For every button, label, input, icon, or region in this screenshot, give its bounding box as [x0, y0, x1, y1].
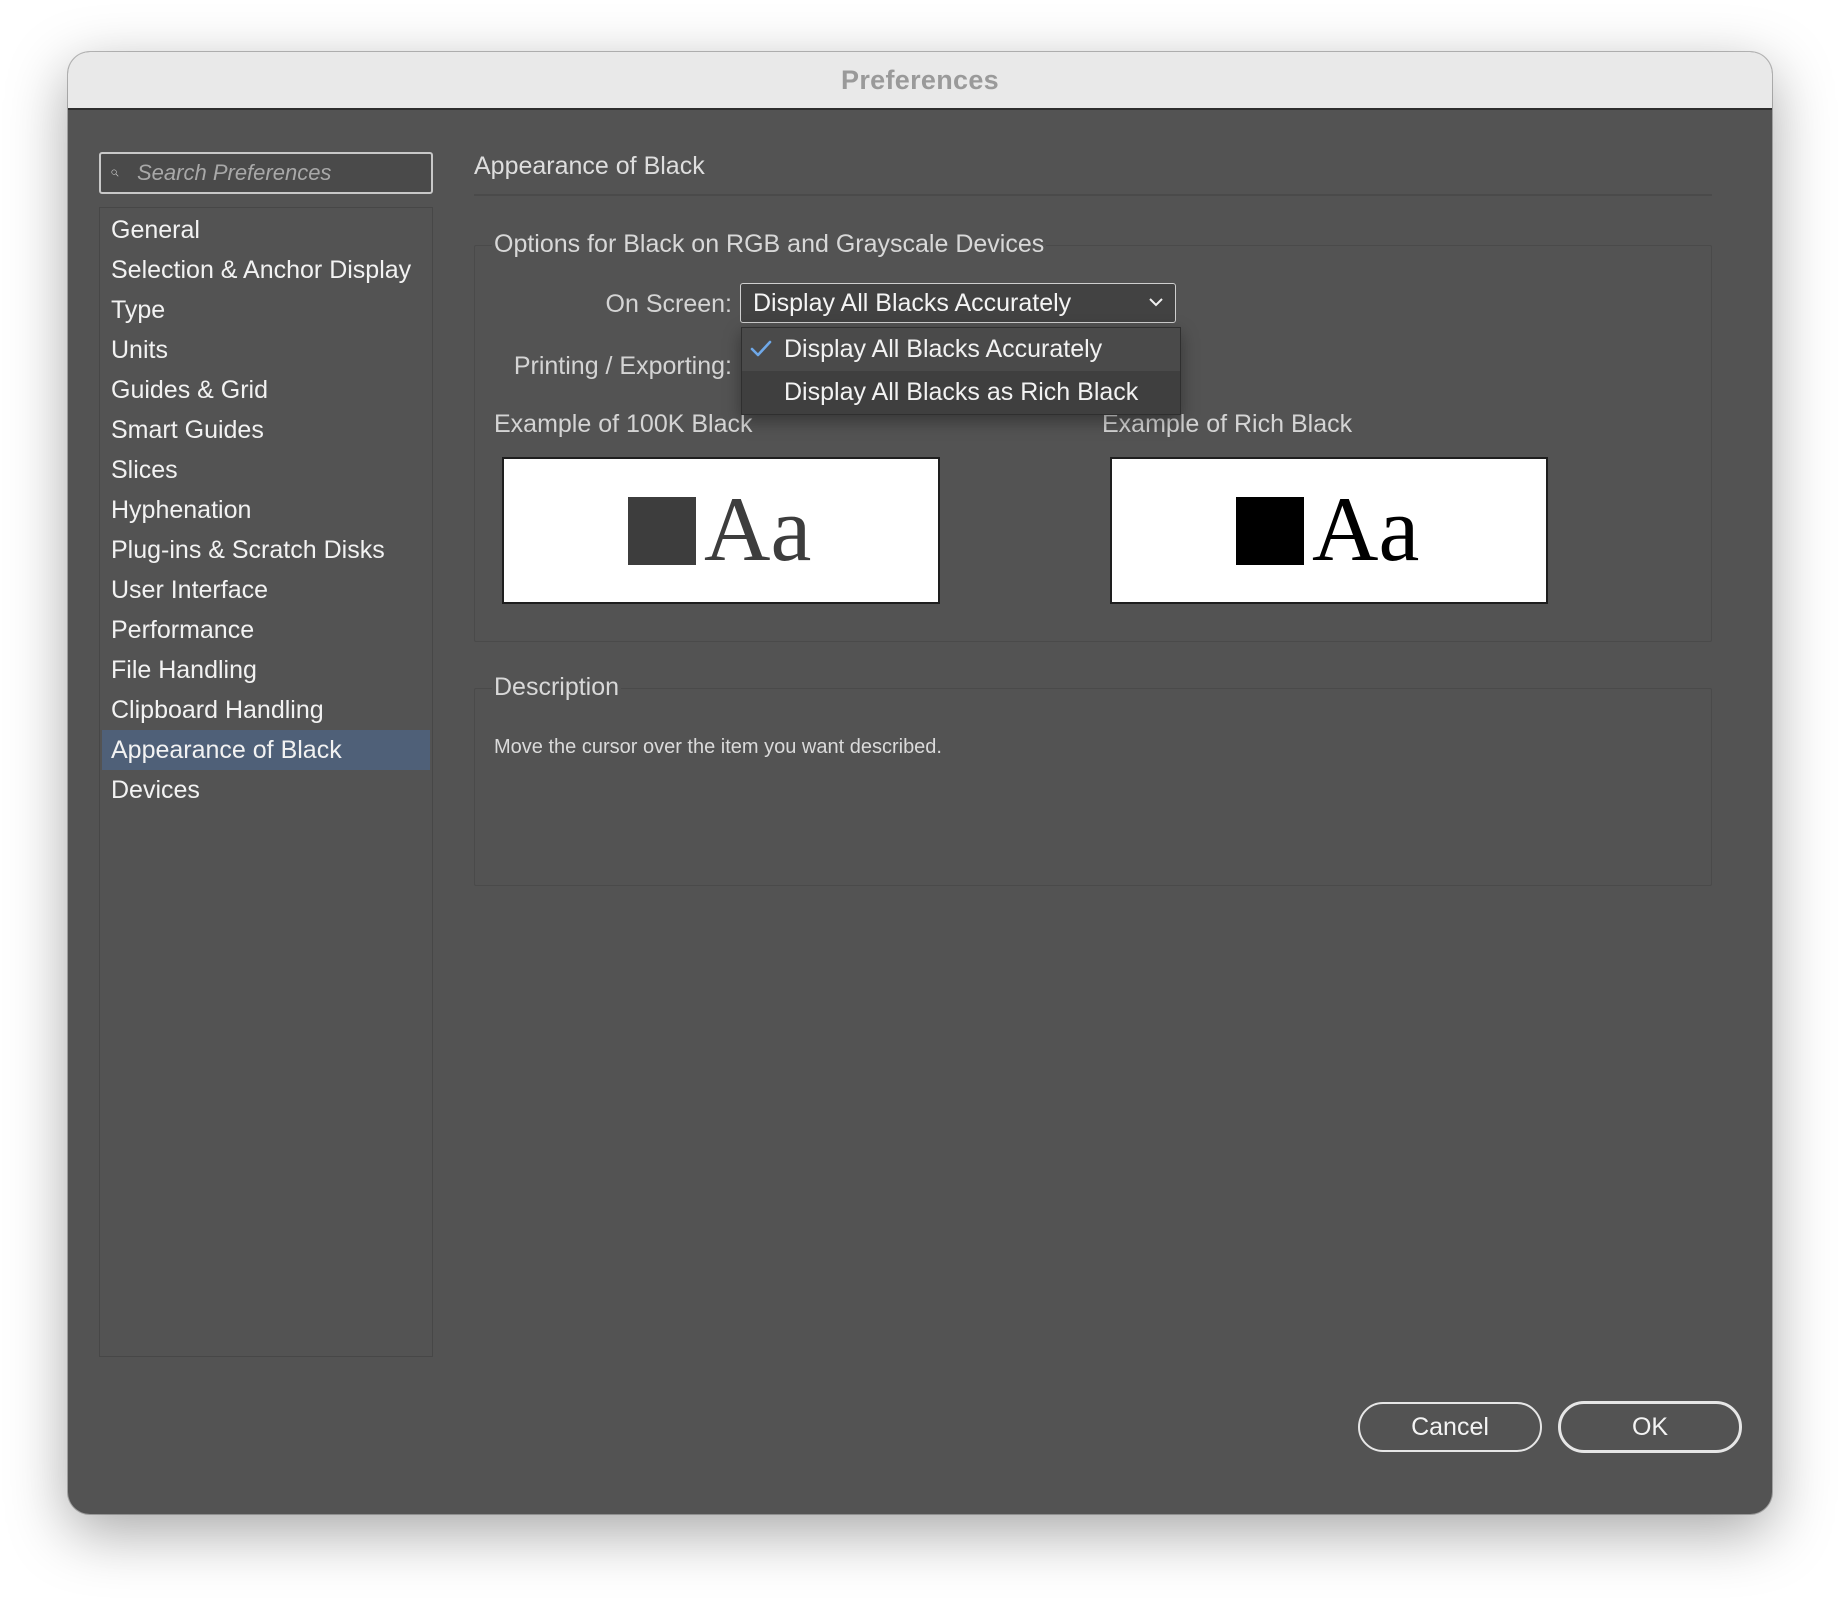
swatch-rich-black [1236, 497, 1304, 565]
chevron-down-icon [1149, 298, 1163, 307]
sample-text-100k: Aa [704, 478, 812, 580]
preferences-dialog: Preferences General Selection & Anchor D… [68, 52, 1772, 1514]
on-screen-label: On Screen: [605, 290, 732, 318]
swatch-100k-black [628, 497, 696, 565]
sidebar-item-clipboard-handling[interactable]: Clipboard Handling [102, 690, 430, 730]
on-screen-select[interactable]: Display All Blacks Accurately [740, 283, 1176, 323]
on-screen-select-value: Display All Blacks Accurately [753, 288, 1072, 317]
sidebar-item-user-interface[interactable]: User Interface [102, 570, 430, 610]
cancel-button[interactable]: Cancel [1358, 1402, 1542, 1452]
menu-item-label: Display All Blacks as Rich Black [784, 378, 1139, 406]
sidebar-item-units[interactable]: Units [102, 330, 430, 370]
sidebar-item-guides-grid[interactable]: Guides & Grid [102, 370, 430, 410]
title-bar: Preferences [68, 52, 1772, 110]
printing-exporting-label: Printing / Exporting: [513, 352, 732, 380]
sidebar-item-type[interactable]: Type [102, 290, 430, 330]
sidebar-item-devices[interactable]: Devices [102, 770, 430, 810]
panel-title: Appearance of Black [474, 152, 705, 180]
description-label: Description [492, 673, 622, 702]
sample-100k-black: Aa [502, 457, 940, 604]
description-text: Move the cursor over the item you want d… [494, 736, 942, 758]
title-divider [474, 194, 1712, 196]
sidebar-item-performance[interactable]: Performance [102, 610, 430, 650]
checkmark-icon [750, 340, 772, 357]
options-group-label: Options for Black on RGB and Grayscale D… [492, 230, 1047, 259]
search-input[interactable] [135, 159, 431, 187]
sidebar-item-smart-guides[interactable]: Smart Guides [102, 410, 430, 450]
sidebar-item-selection-anchor-display[interactable]: Selection & Anchor Display [102, 250, 430, 290]
sidebar-item-slices[interactable]: Slices [102, 450, 430, 490]
menu-item-display-accurately[interactable]: Display All Blacks Accurately [742, 328, 1180, 371]
example-100k-label: Example of 100K Black [494, 410, 753, 438]
sidebar-item-appearance-of-black[interactable]: Appearance of Black [102, 730, 430, 770]
menu-item-display-rich-black[interactable]: Display All Blacks as Rich Black [742, 371, 1180, 414]
on-screen-dropdown-menu: Display All Blacks Accurately Display Al… [741, 327, 1181, 415]
window-title: Preferences [841, 64, 999, 95]
search-field[interactable] [99, 152, 433, 194]
sample-rich-black: Aa [1110, 457, 1548, 604]
search-icon [111, 169, 119, 177]
sample-text-rich: Aa [1312, 478, 1420, 580]
description-group [474, 688, 1712, 886]
ok-button[interactable]: OK [1558, 1401, 1742, 1453]
sidebar-item-file-handling[interactable]: File Handling [102, 650, 430, 690]
sidebar-item-hyphenation[interactable]: Hyphenation [102, 490, 430, 530]
sidebar-item-general[interactable]: General [102, 210, 430, 250]
menu-item-label: Display All Blacks Accurately [784, 335, 1103, 363]
preferences-category-list: General Selection & Anchor Display Type … [99, 207, 433, 1357]
sidebar-item-plugins-scratch-disks[interactable]: Plug-ins & Scratch Disks [102, 530, 430, 570]
